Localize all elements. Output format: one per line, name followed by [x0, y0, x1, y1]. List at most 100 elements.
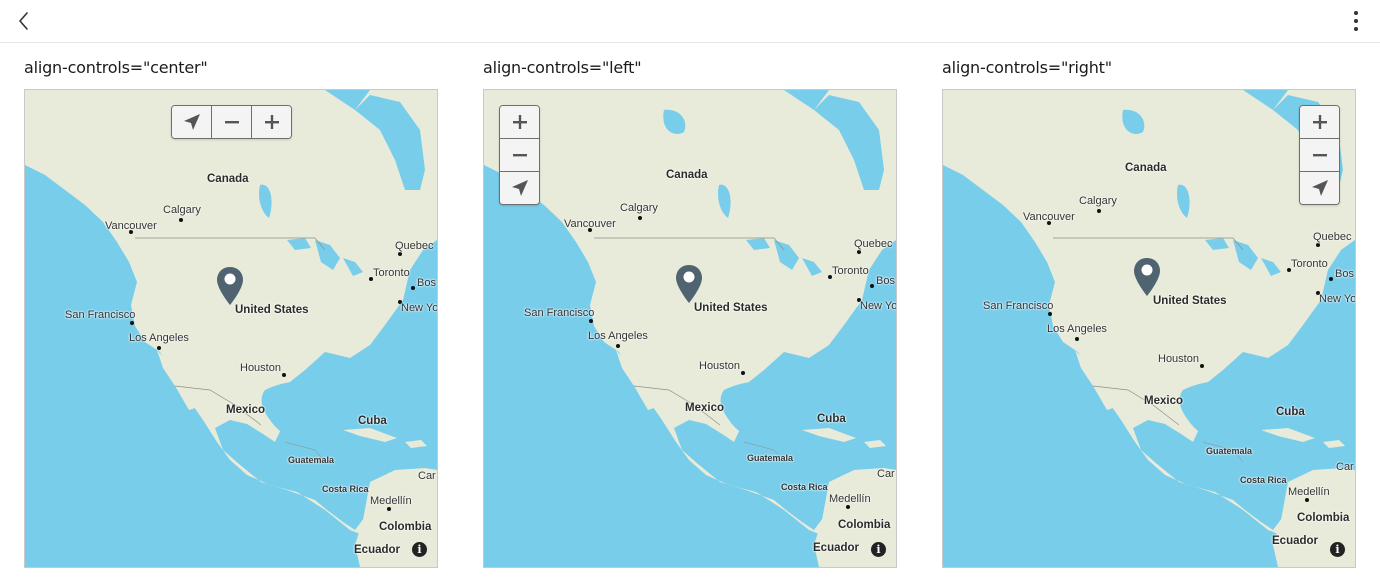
- label-new-york: New Yo: [401, 302, 438, 314]
- city-dot: [1316, 243, 1320, 247]
- city-dot: [179, 218, 183, 222]
- location-pin-icon[interactable]: [216, 266, 244, 306]
- locate-button[interactable]: [1300, 171, 1339, 204]
- label-san-francisco: San Francisco: [524, 307, 595, 319]
- label-boston: Bos: [1335, 268, 1354, 280]
- minus-icon: [512, 154, 527, 157]
- label-quebec: Quebec: [1313, 231, 1352, 243]
- panel-title: align-controls="center": [24, 58, 208, 77]
- label-medellin: Medellín: [829, 493, 871, 505]
- locate-button[interactable]: [172, 106, 211, 138]
- zoom-in-button[interactable]: [251, 106, 291, 138]
- more-options-button[interactable]: [1344, 9, 1368, 33]
- city-dot: [1097, 209, 1101, 213]
- label-mexico: Mexico: [226, 404, 265, 416]
- zoom-out-button[interactable]: [500, 138, 539, 171]
- top-app-bar: [0, 0, 1380, 43]
- navigation-arrow-icon: [511, 180, 528, 196]
- label-mexico: Mexico: [1144, 395, 1183, 407]
- label-medellin: Medellín: [1288, 486, 1330, 498]
- label-calgary: Calgary: [1079, 195, 1117, 207]
- more-vertical-icon: [1354, 11, 1358, 31]
- label-united-states: United States: [1153, 295, 1227, 307]
- label-mexico: Mexico: [685, 402, 724, 414]
- city-dot: [411, 286, 415, 290]
- minus-icon: [1312, 154, 1327, 157]
- info-button[interactable]: i: [1330, 542, 1345, 557]
- map-panel-left: align-controls="left" Canada Calgary Van…: [483, 58, 897, 568]
- map-view[interactable]: Canada Calgary Vancouver Quebec Toronto …: [24, 89, 438, 568]
- city-dot: [1075, 337, 1079, 341]
- map-controls: [1299, 105, 1340, 205]
- panel-title: align-controls="left": [483, 58, 642, 77]
- city-dot: [1329, 277, 1333, 281]
- zoom-in-button[interactable]: [1300, 106, 1339, 138]
- map-labels: Canada Calgary Vancouver Quebec Toronto …: [484, 90, 897, 565]
- label-los-angeles: Los Angeles: [1047, 323, 1107, 335]
- label-los-angeles: Los Angeles: [588, 330, 648, 342]
- map-view[interactable]: Canada Calgary Vancouver Quebec Toronto …: [942, 89, 1356, 568]
- label-vancouver: Vancouver: [1023, 211, 1075, 223]
- location-pin-icon[interactable]: [675, 264, 703, 304]
- label-quebec: Quebec: [854, 238, 893, 250]
- locate-button[interactable]: [500, 171, 539, 204]
- zoom-out-button[interactable]: [1300, 138, 1339, 171]
- info-button[interactable]: i: [871, 542, 886, 557]
- city-dot: [589, 319, 593, 323]
- plus-icon: [264, 115, 279, 129]
- map-controls: [499, 105, 540, 205]
- label-new-york: New Yo: [860, 300, 897, 312]
- label-ecuador: Ecuador: [1272, 535, 1319, 547]
- label-vancouver: Vancouver: [564, 218, 616, 230]
- label-ecuador: Ecuador: [354, 544, 401, 556]
- label-los-angeles: Los Angeles: [129, 332, 189, 344]
- label-canada: Canada: [1125, 162, 1167, 174]
- chevron-left-icon: [19, 12, 28, 30]
- city-dot: [857, 250, 861, 254]
- map-labels: Canada Calgary Vancouver Quebec Toronto …: [943, 90, 1355, 558]
- plus-icon: [1312, 115, 1327, 129]
- location-pin-icon[interactable]: [1133, 257, 1161, 297]
- city-dot: [616, 344, 620, 348]
- label-boston: Bos: [417, 277, 436, 289]
- label-caracas: Car: [1336, 461, 1354, 473]
- label-medellin: Medellín: [370, 495, 412, 507]
- zoom-out-button[interactable]: [211, 106, 251, 138]
- label-quebec: Quebec: [395, 240, 434, 252]
- info-button[interactable]: i: [412, 542, 427, 557]
- city-dot: [870, 284, 874, 288]
- city-dot: [282, 373, 286, 377]
- label-cuba: Cuba: [1276, 406, 1305, 418]
- map-labels: Canada Calgary Vancouver Quebec Toronto …: [25, 90, 437, 567]
- label-guatemala: Guatemala: [1206, 446, 1253, 456]
- label-costa-rica: Costa Rica: [1240, 475, 1287, 485]
- label-united-states: United States: [694, 302, 768, 314]
- panel-title: align-controls="right": [942, 58, 1112, 77]
- label-colombia: Colombia: [379, 521, 432, 533]
- city-dot: [638, 216, 642, 220]
- label-houston: Houston: [1158, 353, 1199, 365]
- label-cuba: Cuba: [358, 415, 387, 427]
- map-view[interactable]: Canada Calgary Vancouver Quebec Toronto …: [483, 89, 897, 568]
- label-san-francisco: San Francisco: [65, 309, 136, 321]
- navigation-arrow-icon: [1311, 180, 1328, 196]
- back-button[interactable]: [12, 9, 36, 33]
- zoom-in-button[interactable]: [500, 106, 539, 138]
- label-toronto: Toronto: [832, 265, 869, 277]
- city-dot: [846, 505, 850, 509]
- label-united-states: United States: [235, 304, 309, 316]
- label-guatemala: Guatemala: [288, 455, 335, 465]
- label-calgary: Calgary: [163, 204, 201, 216]
- city-dot: [398, 252, 402, 256]
- label-calgary: Calgary: [620, 202, 658, 214]
- label-costa-rica: Costa Rica: [781, 482, 828, 492]
- label-toronto: Toronto: [1291, 258, 1328, 270]
- city-dot: [157, 346, 161, 350]
- city-dot: [387, 507, 391, 511]
- label-san-francisco: San Francisco: [983, 300, 1054, 312]
- label-colombia: Colombia: [1297, 512, 1350, 524]
- label-canada: Canada: [666, 169, 708, 181]
- label-ecuador: Ecuador: [813, 542, 860, 554]
- label-vancouver: Vancouver: [105, 220, 157, 232]
- plus-icon: [512, 115, 527, 129]
